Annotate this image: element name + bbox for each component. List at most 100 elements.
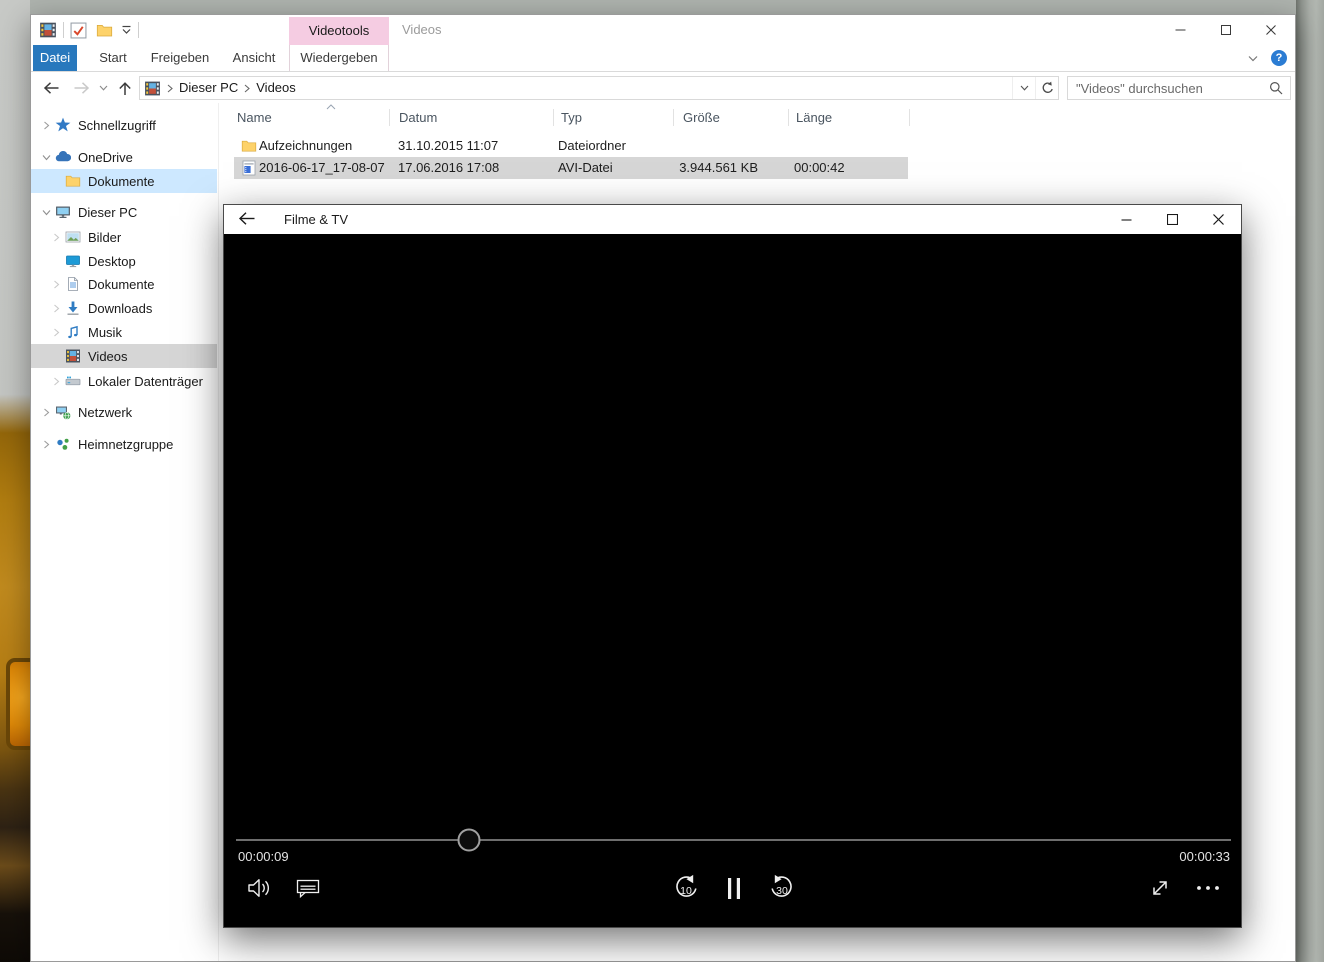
column-header-typ[interactable]: Typ (554, 105, 673, 131)
chevron-down-icon[interactable] (39, 154, 53, 161)
subtitles-button[interactable] (288, 870, 328, 906)
svg-text:30: 30 (776, 885, 788, 897)
window-caption-buttons (1158, 15, 1293, 45)
minimize-button[interactable] (1158, 15, 1203, 45)
film-strip-icon (65, 348, 81, 364)
player-minimize-button[interactable] (1103, 205, 1149, 234)
chevron-right-icon[interactable] (39, 408, 53, 417)
sidebar-item-heimnetzgruppe[interactable]: Heimnetzgruppe (31, 432, 217, 456)
chevron-right-icon[interactable] (49, 377, 63, 386)
search-box (1067, 76, 1291, 100)
breadcrumb-chevron-icon[interactable] (244, 84, 251, 93)
contextual-tab-videotools[interactable]: Videotools (289, 17, 389, 45)
sidebar-item-musik[interactable]: Musik (31, 320, 217, 344)
search-icon[interactable] (1269, 81, 1283, 95)
folder-icon (65, 173, 81, 189)
tab-datei[interactable]: Datei (33, 45, 77, 71)
back-button[interactable] (39, 72, 63, 104)
avi-file-icon (241, 160, 257, 176)
tab-freigeben[interactable]: Freigeben (145, 45, 215, 71)
ellipsis-icon (1197, 886, 1219, 890)
chevron-right-icon[interactable] (49, 304, 63, 313)
skip-back-10-button[interactable]: 10 (666, 870, 706, 906)
refresh-icon[interactable] (1035, 77, 1058, 99)
chevron-right-icon[interactable] (39, 440, 53, 449)
separator (63, 22, 64, 38)
column-header-groesse[interactable]: Größe (674, 105, 788, 131)
player-close-button[interactable] (1195, 205, 1241, 234)
folder-icon (241, 138, 257, 154)
pause-icon (728, 877, 740, 899)
column-divider[interactable] (389, 109, 390, 126)
address-dropdown-caret-icon[interactable] (1012, 77, 1035, 99)
window-title: Videos (402, 22, 442, 37)
breadcrumb-dieser-pc[interactable]: Dieser PC (174, 77, 243, 99)
seek-track[interactable] (236, 839, 1231, 841)
pause-button[interactable] (714, 870, 754, 906)
seek-thumb[interactable] (457, 828, 481, 852)
sidebar-item-videos[interactable]: Videos (31, 344, 217, 368)
expand-ribbon-chevron-icon[interactable] (1248, 55, 1258, 62)
elapsed-time: 00:00:09 (238, 849, 289, 864)
skip-forward-30-button[interactable]: 30 (762, 870, 802, 906)
up-button[interactable] (113, 72, 137, 104)
column-divider[interactable] (553, 109, 554, 126)
sidebar-item-lokaler-datentraeger[interactable]: Lokaler Datenträger (31, 369, 217, 393)
address-bar[interactable]: Dieser PC Videos (139, 76, 1059, 100)
chevron-right-icon[interactable] (49, 233, 63, 242)
sidebar-item-dieser-pc[interactable]: Dieser PC (31, 200, 217, 224)
movies-tv-player-window: Filme & TV 00:00:09 00:00:33 10 30 (223, 204, 1242, 928)
column-header-datum[interactable]: Datum (390, 105, 553, 131)
sidebar-item-onedrive-dokumente[interactable]: Dokumente (31, 169, 217, 193)
chevron-right-icon[interactable] (49, 280, 63, 289)
hard-disk-icon (65, 373, 81, 389)
video-surface[interactable] (224, 234, 1241, 927)
breadcrumb-videos[interactable]: Videos (251, 77, 301, 99)
recent-locations-caret-icon[interactable] (95, 72, 111, 104)
forward-button-disabled[interactable] (69, 72, 93, 104)
new-folder-icon[interactable] (96, 22, 113, 39)
onedrive-cloud-icon (55, 149, 71, 165)
sidebar-item-downloads[interactable]: Downloads (31, 296, 217, 320)
file-row-avi-video[interactable]: 2016-06-17_17-08-07 17.06.2016 17:08 AVI… (234, 157, 908, 179)
sidebar-item-schnellzugriff[interactable]: Schnellzugriff (31, 113, 217, 137)
file-row-aufzeichnungen[interactable]: Aufzeichnungen 31.10.2015 11:07 Dateiord… (234, 135, 908, 157)
search-input[interactable] (1068, 80, 1269, 96)
properties-check-icon[interactable] (70, 22, 87, 39)
rewind-10-icon: 10 (676, 874, 697, 897)
column-divider[interactable] (673, 109, 674, 126)
back-arrow-icon[interactable] (238, 211, 256, 226)
computer-icon (55, 204, 71, 220)
maximize-button[interactable] (1203, 15, 1248, 45)
music-note-icon (65, 324, 81, 340)
sidebar-item-onedrive[interactable]: OneDrive (31, 145, 217, 169)
column-divider[interactable] (788, 109, 789, 126)
chevron-right-icon[interactable] (49, 328, 63, 337)
column-header-laenge[interactable]: Länge (789, 105, 909, 131)
help-icon[interactable]: ? (1271, 50, 1287, 66)
tab-start[interactable]: Start (83, 45, 143, 71)
sidebar-item-bilder[interactable]: Bilder (31, 225, 217, 249)
car-turn-signal (6, 658, 30, 750)
player-caption-buttons (1103, 205, 1241, 234)
volume-button[interactable] (240, 870, 280, 906)
chevron-down-icon[interactable] (39, 209, 53, 216)
ribbon-tab-row: Datei Start Freigeben Ansicht Wiedergebe… (31, 45, 1295, 72)
explorer-titlebar: Videotools Videos (31, 15, 1295, 45)
chevron-right-icon[interactable] (39, 121, 53, 130)
tab-wiedergeben[interactable]: Wiedergeben (289, 45, 389, 71)
customize-toolbar-caret-icon[interactable] (121, 25, 132, 35)
sidebar-item-netzwerk[interactable]: Netzwerk (31, 400, 217, 424)
sidebar-item-desktop[interactable]: Desktop (31, 249, 217, 273)
player-maximize-button[interactable] (1149, 205, 1195, 234)
column-header-name[interactable]: Name (233, 105, 389, 131)
column-divider[interactable] (909, 109, 910, 126)
sidebar-item-dokumente[interactable]: Dokumente (31, 272, 217, 296)
player-title: Filme & TV (284, 212, 349, 227)
more-options-button[interactable] (1188, 870, 1228, 906)
close-button[interactable] (1248, 15, 1293, 45)
fullscreen-button[interactable] (1140, 870, 1180, 906)
tab-ansicht[interactable]: Ansicht (224, 45, 284, 71)
seek-bar[interactable] (236, 826, 1231, 854)
breadcrumb-chevron-icon[interactable] (167, 84, 173, 93)
